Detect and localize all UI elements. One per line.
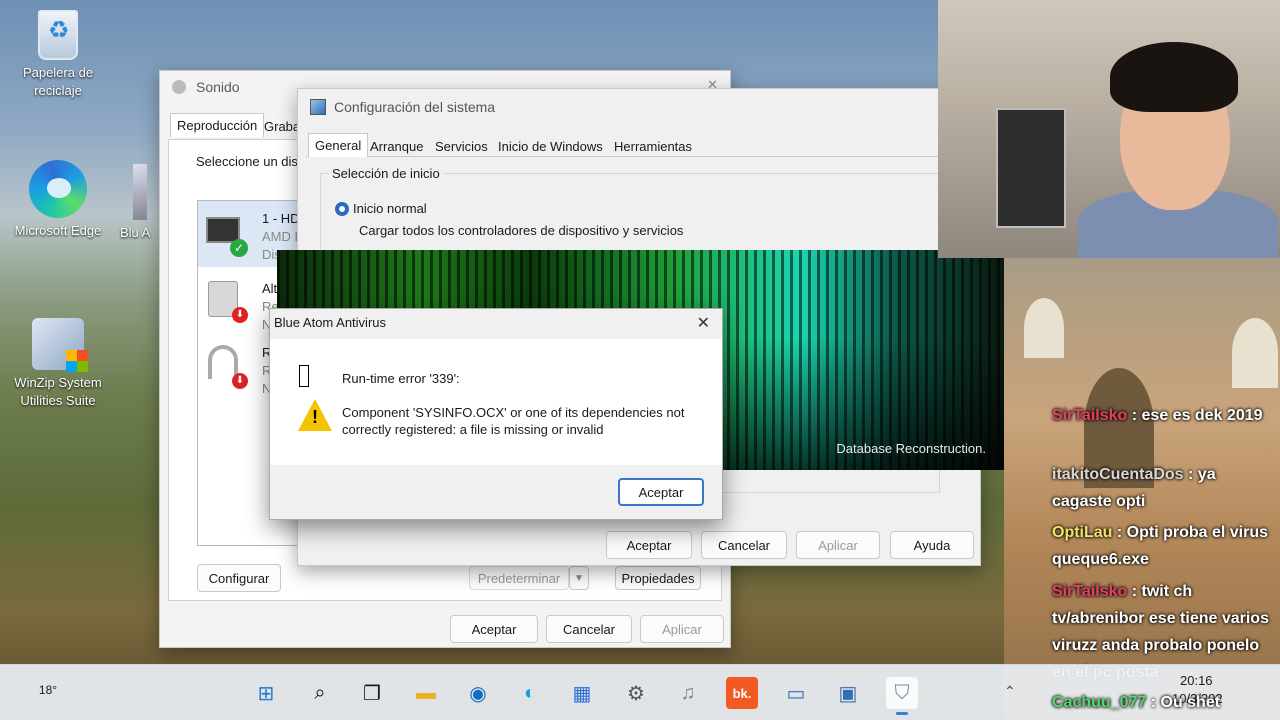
file-explorer-icon[interactable]: ▬ (410, 677, 442, 709)
chat-user: itakitoCuentaDos (1052, 466, 1184, 483)
ok-button[interactable]: Aceptar (606, 531, 692, 559)
option-description: Cargar todos los controladores de dispos… (359, 223, 684, 238)
error-heading: Run-time error '339': (342, 371, 460, 386)
tab-playback[interactable]: Reproducción (170, 113, 265, 137)
splash-label: Database Reconstruction. (836, 441, 986, 456)
radio-label: Inicio normal (353, 201, 427, 216)
set-default-dropdown[interactable]: ▼ (569, 566, 589, 590)
app-icon (133, 164, 147, 220)
cancel-button[interactable]: Cancelar (701, 531, 787, 559)
recycle-bin-icon (38, 10, 78, 60)
webcam-overlay (938, 0, 1280, 258)
ok-button[interactable]: Aceptar (618, 478, 704, 506)
chat-user: SirTailsko (1052, 407, 1128, 424)
desktop-icon-recycle-bin[interactable]: Papelera de reciclaje (8, 10, 108, 100)
dialog-body: ! Run-time error '339': Component 'SYSIN… (270, 339, 722, 465)
config-titlebar: Configuración del sistema (298, 89, 980, 125)
task-view-icon[interactable]: ❐ (356, 677, 388, 709)
device-name: Alt (262, 281, 278, 296)
desktop-icon-label: Microsoft Edge (14, 223, 102, 238)
desktop-icon-label: Papelera de reciclaje (22, 65, 94, 98)
edge-icon (29, 160, 87, 218)
disabled-arrow-icon: ⬇ (232, 307, 248, 323)
antivirus-icon[interactable]: ⛉ (886, 677, 918, 715)
weather-widget[interactable]: 18° (20, 683, 76, 705)
group-title: Selección de inicio (329, 166, 443, 181)
device-name: 1 - HD (262, 211, 300, 226)
dialog-title: Blue Atom Antivirus (274, 315, 386, 330)
desktop-icon-label: WinZip System Utilities Suite (14, 375, 102, 408)
default-check-icon: ✓ (230, 239, 248, 257)
chat-text: : Ou shet (1150, 694, 1221, 711)
settings-icon[interactable]: ⚙ (620, 677, 652, 709)
headphones-icon (208, 345, 238, 379)
set-default-button[interactable]: Predeterminar (469, 566, 569, 590)
select-device-prompt: Seleccione un disp (196, 154, 306, 169)
cancel-button[interactable]: Cancelar (546, 615, 632, 643)
store-icon[interactable]: ▦ (566, 677, 598, 709)
pc-tower-image (996, 108, 1066, 228)
teamviewer-icon[interactable]: ◉ (462, 677, 494, 709)
warning-icon: ! (298, 399, 332, 431)
clock-time[interactable]: 20:16 (1180, 673, 1213, 688)
error-message-line1: Component 'SYSINFO.OCX' or one of its de… (342, 405, 685, 420)
apply-button[interactable]: Aplicar (640, 615, 724, 643)
ok-button[interactable]: Aceptar (450, 615, 538, 643)
tab-general[interactable]: General (308, 133, 369, 157)
error-dialog: Blue Atom Antivirus ✕ ! Run-time error '… (269, 308, 723, 520)
window-title: Configuración del sistema (334, 99, 496, 115)
window-title: Sonido (196, 79, 240, 95)
system-config-icon (310, 99, 326, 115)
chat-message: OptiLau : Opti proba el virus queque6.ex… (1052, 519, 1278, 573)
chat-user: OptiLau (1052, 524, 1113, 541)
chat-user: SirTailsko (1052, 583, 1128, 600)
disabled-arrow-icon: ⬇ (232, 373, 248, 389)
chevron-down-icon: ▼ (574, 572, 584, 584)
chevron-up-icon[interactable]: ⌃ (1004, 683, 1016, 700)
properties-button[interactable]: Propiedades (615, 566, 701, 590)
desktop-icon-winzip[interactable]: WinZip System Utilities Suite (8, 318, 108, 410)
apply-button[interactable]: Aplicar (796, 531, 880, 559)
chat-message: itakitoCuentaDos : ya cagaste opti (1052, 461, 1278, 515)
system-config-icon[interactable]: ▣ (832, 677, 864, 709)
mouse-cursor-icon (299, 365, 309, 387)
winzip-icon (32, 318, 88, 372)
bk-app-icon[interactable]: bk. (726, 677, 758, 709)
chat-text: : ese es dek 2019 (1131, 407, 1263, 424)
arch (1024, 298, 1064, 358)
monitor-icon[interactable]: ▭ (780, 677, 812, 709)
close-icon[interactable]: ✕ (697, 313, 710, 333)
configure-button[interactable]: Configurar (197, 564, 281, 592)
desktop-icon-label: Blu A (120, 225, 151, 240)
chat-message: Cachuu_077 : Ou shet (1052, 690, 1278, 716)
help-button[interactable]: Ayuda (890, 531, 974, 559)
chat-user: Cachuu_077 (1052, 694, 1147, 711)
arch (1232, 318, 1278, 388)
windows-start-icon[interactable]: ⊞ (250, 677, 282, 709)
search-icon[interactable]: ⌕ (304, 677, 336, 709)
tab-boot[interactable]: Arranque (364, 135, 429, 158)
chat-message: SirTailsko : ese es dek 2019 (1052, 402, 1278, 429)
tab-startup[interactable]: Inicio de Windows (492, 135, 609, 158)
tab-tools[interactable]: Herramientas (608, 135, 698, 158)
tab-services[interactable]: Servicios (429, 135, 494, 158)
speaker-icon (172, 80, 186, 94)
desktop-icon-edge[interactable]: Microsoft Edge (8, 160, 108, 240)
sound-icon[interactable]: ♫ (672, 677, 704, 709)
streamer-hair (1110, 42, 1238, 112)
desktop-icon-blu[interactable]: Blu A (120, 164, 160, 242)
radio-normal-startup[interactable] (335, 202, 349, 216)
error-message-line2: correctly registered: a file is missing … (342, 422, 604, 437)
edge-icon[interactable]: ◐ (514, 677, 546, 709)
